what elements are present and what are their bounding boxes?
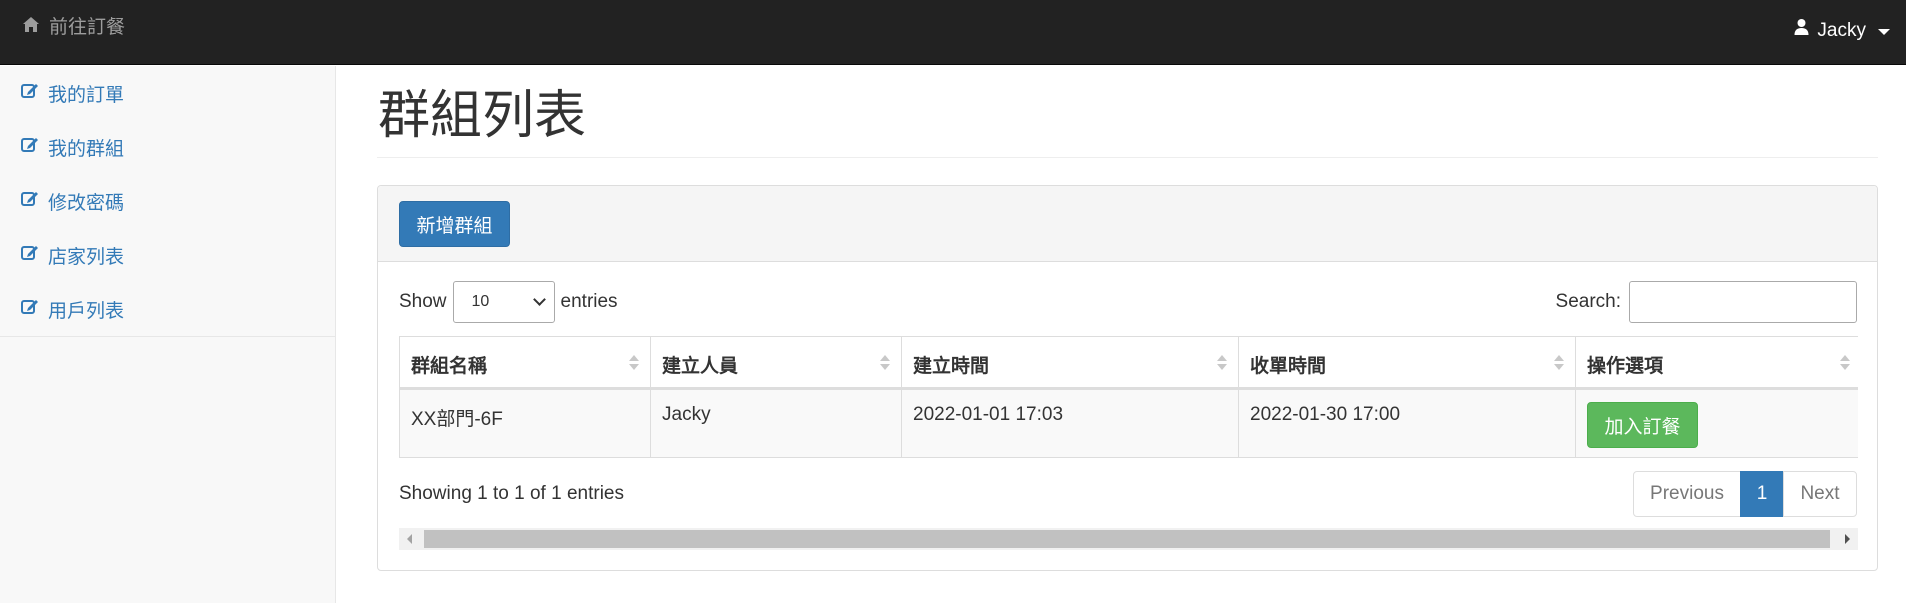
table-header-row: 群組名稱 建立人員 建立時間 收單時間 操作選項 bbox=[399, 336, 1858, 390]
cell-creator: Jacky bbox=[650, 388, 902, 458]
add-group-button[interactable]: 新增群組 bbox=[399, 201, 510, 247]
sidebar-item-label: 店家列表 bbox=[48, 246, 125, 268]
edit-icon bbox=[21, 298, 39, 321]
sort-icon bbox=[629, 355, 639, 371]
edit-icon bbox=[21, 244, 39, 267]
scroll-right-icon[interactable] bbox=[1845, 534, 1850, 544]
sidebar-item-label: 我的訂單 bbox=[48, 84, 125, 106]
pagination-next[interactable]: Next bbox=[1783, 471, 1857, 517]
sidebar-item-label: 我的群組 bbox=[48, 138, 125, 160]
brand-label: 前往訂餐 bbox=[49, 17, 126, 38]
column-header-creator[interactable]: 建立人員 bbox=[650, 336, 902, 390]
length-value: 10 bbox=[471, 293, 490, 310]
groups-table: 群組名稱 建立人員 建立時間 收單時間 操作選項 XX部門-6F Jacky 2… bbox=[399, 336, 1858, 458]
column-header-actions[interactable]: 操作選項 bbox=[1575, 336, 1858, 390]
chevron-down-icon bbox=[532, 293, 546, 306]
table-search: Search: bbox=[1556, 281, 1857, 323]
pagination-page-1[interactable]: 1 bbox=[1740, 471, 1784, 517]
sidebar-item-label: 修改密碼 bbox=[48, 192, 125, 214]
column-header-created-time[interactable]: 建立時間 bbox=[901, 336, 1239, 390]
page-title: 群組列表 bbox=[378, 87, 587, 145]
entries-length-control: Show 10 entries bbox=[399, 281, 618, 323]
sidebar-item-label: 用戶列表 bbox=[48, 300, 125, 322]
sidebar-item-my-orders[interactable]: 我的訂單 bbox=[0, 66, 335, 120]
user-name: Jacky bbox=[1817, 19, 1866, 41]
cell-actions: 加入訂餐 bbox=[1575, 388, 1858, 458]
pagination-previous[interactable]: Previous bbox=[1633, 471, 1741, 517]
sidebar-item-store-list[interactable]: 店家列表 bbox=[0, 228, 335, 282]
sidebar: 我的訂單 我的群組 修改密碼 店家列表 用戶列表 bbox=[0, 66, 336, 603]
join-order-button[interactable]: 加入訂餐 bbox=[1587, 402, 1698, 448]
sort-icon bbox=[1554, 355, 1564, 371]
sidebar-item-my-groups[interactable]: 我的群組 bbox=[0, 120, 335, 174]
sidebar-menu: 我的訂單 我的群組 修改密碼 店家列表 用戶列表 bbox=[0, 66, 335, 337]
search-label: Search: bbox=[1555, 291, 1621, 312]
search-input[interactable] bbox=[1629, 281, 1857, 323]
sort-icon bbox=[1840, 355, 1850, 371]
scroll-left-icon[interactable] bbox=[407, 534, 412, 544]
length-prefix: Show bbox=[399, 291, 447, 312]
cell-closing-time: 2022-01-30 17:00 bbox=[1238, 388, 1576, 458]
pagination: Previous 1 Next bbox=[1633, 471, 1857, 517]
edit-icon bbox=[21, 82, 39, 105]
sort-icon bbox=[880, 355, 890, 371]
sort-icon bbox=[1217, 355, 1227, 371]
table-row: XX部門-6F Jacky 2022-01-01 17:03 2022-01-3… bbox=[399, 388, 1858, 458]
table-wrapper: 群組名稱 建立人員 建立時間 收單時間 操作選項 XX部門-6F Jacky 2… bbox=[399, 336, 1858, 458]
top-navbar: 前往訂餐 Jacky bbox=[0, 0, 1906, 65]
panel-heading: 新增群組 bbox=[378, 186, 1877, 262]
title-divider bbox=[377, 157, 1878, 158]
horizontal-scrollbar[interactable] bbox=[399, 528, 1858, 550]
user-icon bbox=[1794, 18, 1809, 43]
cell-group-name: XX部門-6F bbox=[399, 388, 651, 458]
length-suffix: entries bbox=[560, 291, 618, 312]
cell-created-time: 2022-01-01 17:03 bbox=[901, 388, 1239, 458]
home-icon bbox=[22, 16, 40, 40]
sidebar-item-change-password[interactable]: 修改密碼 bbox=[0, 174, 335, 228]
caret-down-icon bbox=[1878, 28, 1890, 35]
edit-icon bbox=[21, 190, 39, 213]
table-info: Showing 1 to 1 of 1 entries bbox=[399, 483, 624, 504]
edit-icon bbox=[21, 136, 39, 159]
column-header-closing-time[interactable]: 收單時間 bbox=[1238, 336, 1576, 390]
sidebar-item-user-list[interactable]: 用戶列表 bbox=[0, 282, 335, 336]
groups-panel: 新增群組 Show 10 entries Search: 群組名稱 建立人員 建… bbox=[377, 185, 1878, 571]
column-header-group-name[interactable]: 群組名稱 bbox=[399, 336, 651, 390]
user-menu-toggle[interactable]: Jacky bbox=[1794, 18, 1890, 43]
scrollbar-thumb[interactable] bbox=[424, 530, 1830, 548]
entries-length-select[interactable]: 10 bbox=[452, 281, 555, 323]
brand-link[interactable]: 前往訂餐 bbox=[22, 16, 125, 40]
